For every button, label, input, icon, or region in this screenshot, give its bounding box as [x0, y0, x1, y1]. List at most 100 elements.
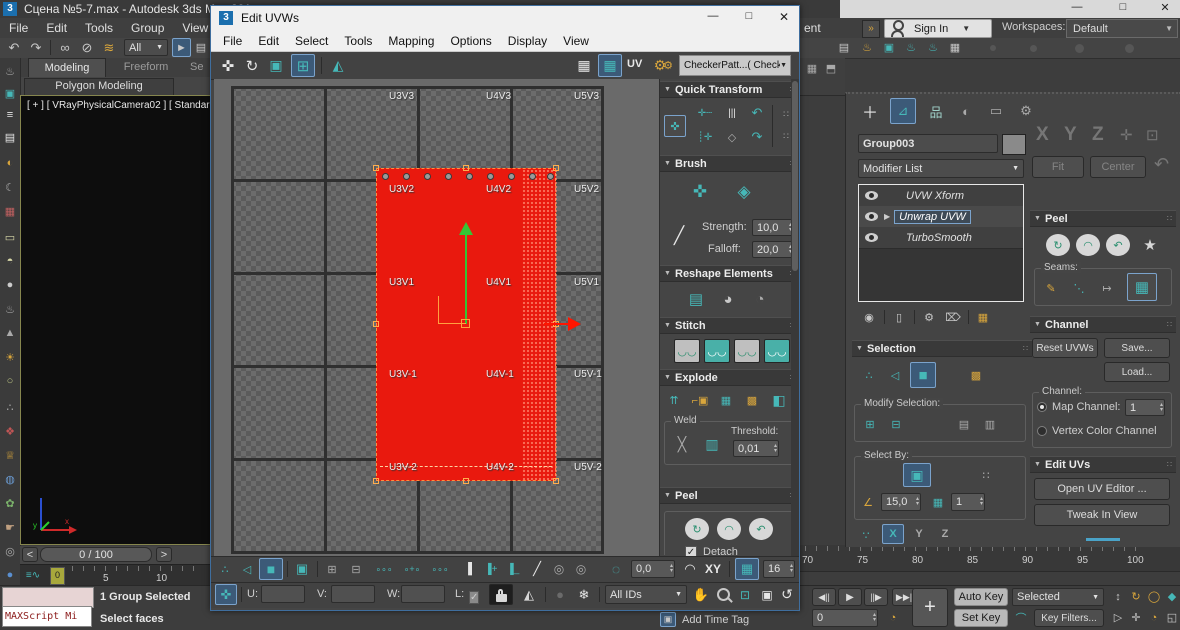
dialog-menu-edit[interactable]: Edit	[250, 31, 287, 51]
crown-tool-icon[interactable]: ♕	[1, 446, 19, 464]
load-uvws-button[interactable]: Load...	[1104, 362, 1170, 382]
v-field[interactable]	[331, 585, 375, 603]
texture-options-icon[interactable]: ⚙	[659, 55, 677, 76]
visibility-eye-icon[interactable]	[865, 233, 878, 242]
select-edge-icon[interactable]: ◁	[884, 364, 906, 386]
align-horizontal-icon[interactable]: ✛┄	[692, 103, 718, 123]
particles-tool-icon[interactable]: ∴	[1, 398, 19, 416]
angle-threshold-field[interactable]: 15,0 ▴▾	[881, 493, 921, 511]
orbit-view-icon[interactable]: ◯	[1146, 588, 1162, 605]
dialog-menu-tools[interactable]: Tools	[336, 31, 380, 51]
set-key-button[interactable]: Set Key	[954, 609, 1008, 627]
pan-tool-icon[interactable]: ✋	[691, 584, 711, 605]
relax-icon[interactable]: ◔	[746, 287, 774, 311]
peel-reset-dialog-icon[interactable]: ↶	[749, 518, 773, 540]
dialog-close-button[interactable]: ✕	[771, 10, 797, 27]
tab-selection[interactable]: Se	[190, 58, 212, 77]
break-icon[interactable]: ◧	[766, 389, 792, 411]
checker-toggle-icon[interactable]: ▦	[598, 54, 622, 77]
leaves-tool-icon[interactable]: ✿	[1, 494, 19, 512]
stitch-header[interactable]: ▼Stitch∷	[660, 317, 799, 334]
quick-peel-icon[interactable]: ↻	[1046, 234, 1070, 256]
frame-spinner[interactable]: ▴▾	[873, 610, 876, 626]
track-prev-button[interactable]: <	[22, 547, 38, 562]
shell-tool-icon[interactable]: ◎	[1, 542, 19, 560]
menu-group[interactable]: Group	[122, 18, 173, 38]
uv-edge-mode-icon[interactable]: ◁	[237, 559, 257, 579]
track-range-field[interactable]: 0 / 100	[40, 547, 152, 562]
shrink-loop-icon[interactable]: ∘∘∘	[427, 559, 453, 579]
play-button[interactable]: ▶	[838, 588, 862, 606]
quick-peel-dialog-icon[interactable]: ↻	[685, 518, 709, 540]
flatten-by-face-icon[interactable]: ▦	[714, 389, 738, 411]
modifier-row-uvw-xform[interactable]: UVW Xform	[859, 185, 1023, 207]
render-production-icon[interactable]: ♨	[902, 39, 920, 56]
side-panel-scrollbar[interactable]	[791, 79, 799, 556]
unlink-icon[interactable]: ⊘	[77, 39, 97, 56]
scale-tool-icon[interactable]: ▣	[265, 55, 287, 76]
shrink-uv-selection-icon[interactable]: ⊟	[345, 559, 367, 579]
explode-header[interactable]: ▼Explode∷	[660, 369, 799, 386]
tab-freeform[interactable]: Freeform	[106, 58, 186, 77]
hand-tool-icon[interactable]: ☛	[1, 518, 19, 536]
ring-selection-icon[interactable]: ▥	[979, 413, 1001, 435]
menu-tools[interactable]: Tools	[76, 18, 122, 38]
channel-rollout-header[interactable]: ▼Channel∷	[1030, 316, 1176, 333]
uv-element-mode-icon[interactable]: ▣	[291, 559, 313, 579]
timeline-ruler-left[interactable]: ≡∿ 0 5 10	[20, 564, 212, 586]
zoom-region-icon[interactable]: ⊡	[735, 584, 755, 605]
visibility-eye-icon[interactable]	[865, 212, 878, 221]
restore-button[interactable]: □	[1108, 1, 1138, 17]
threshold-field[interactable]: 0,01 ▴▾	[733, 440, 779, 457]
sun-tool-icon[interactable]: ☀	[1, 348, 19, 366]
uv-face-mode-icon[interactable]: ■	[259, 558, 283, 580]
smoothing-group-field[interactable]: 1 ▴▾	[951, 493, 985, 511]
grid-size-field[interactable]: 16 ▴▾	[763, 560, 795, 578]
flatten-custom-icon[interactable]: ▩	[740, 389, 764, 411]
modifier-row-turbosmooth[interactable]: TurboSmooth	[859, 227, 1023, 249]
tab-modeling[interactable]: Modeling	[28, 58, 106, 78]
scrollbar-thumb[interactable]	[792, 81, 798, 271]
pelt-map-icon[interactable]: ★	[1138, 234, 1162, 256]
dialog-menu-select[interactable]: Select	[287, 31, 336, 51]
show-end-result-icon[interactable]: ▯	[890, 308, 908, 326]
maxscript-listener[interactable]: MAXScript Mi	[2, 606, 92, 627]
dialog-maximize-button[interactable]: □	[735, 10, 763, 27]
axis-y-button[interactable]: Y	[908, 524, 930, 544]
table-tool-icon[interactable]: ▤	[1, 128, 19, 146]
select-polygon-icon[interactable]: ■	[910, 362, 936, 388]
tab-utilities[interactable]: ⚙	[1014, 100, 1038, 122]
tweak-in-view-button[interactable]: Tweak In View	[1034, 504, 1170, 526]
falloff-line-icon[interactable]: ╱	[666, 219, 692, 253]
zoom-tool-icon[interactable]	[713, 584, 733, 605]
tab-display[interactable]: ▭	[984, 100, 1008, 122]
edit-seams-icon[interactable]: ✎	[1039, 277, 1063, 299]
sign-in-button[interactable]: Sign In ▼	[884, 19, 992, 38]
viewport[interactable]: [ + ] [ VRayPhysicalCamera02 ] [ Standar…	[20, 95, 212, 545]
molecule-tool-icon[interactable]: ❖	[1, 422, 19, 440]
peel-header[interactable]: ▼Peel∷	[660, 487, 799, 504]
flatten-by-angle-icon[interactable]: ⇈	[662, 389, 686, 411]
lock-aspect-checkbox[interactable]: ✓	[469, 587, 479, 605]
dialog-menu-view[interactable]: View	[555, 31, 597, 51]
render-iterative-icon[interactable]: ♨	[924, 39, 942, 56]
gizmo-center-box[interactable]	[461, 319, 470, 328]
layer-manager-icon[interactable]: ▤	[835, 39, 853, 56]
prev-key-button[interactable]: ◀||	[812, 588, 836, 606]
shrink-column-icon[interactable]: ▐_	[503, 559, 523, 579]
modifier-row-unwrap-uvw[interactable]: ▶ Unwrap UVW	[859, 206, 1023, 228]
uv-vertex-mode-icon[interactable]: ∴	[215, 559, 235, 579]
dialog-menu-file[interactable]: File	[215, 31, 250, 51]
u-field[interactable]	[261, 585, 305, 603]
tab-hierarchy[interactable]: 品	[924, 100, 948, 122]
weld-selected-icon[interactable]: ╳	[669, 432, 695, 456]
relax-brush-icon[interactable]: ◈	[730, 179, 758, 205]
stitch-average-icon[interactable]: ◡◡	[734, 339, 760, 363]
paint-shrink-icon[interactable]: ◎	[571, 559, 591, 579]
pan-rotate-icon[interactable]: ↺	[777, 584, 797, 605]
tab-motion[interactable]: ◐	[954, 100, 978, 122]
key-mode-icon[interactable]: ◔	[884, 609, 902, 627]
dialog-titlebar[interactable]: 3 Edit UVWs — □ ✕	[211, 6, 799, 32]
light-tool-icon[interactable]: ◐	[1, 154, 19, 172]
peel-rollout-header[interactable]: ▼Peel∷	[1030, 210, 1176, 227]
